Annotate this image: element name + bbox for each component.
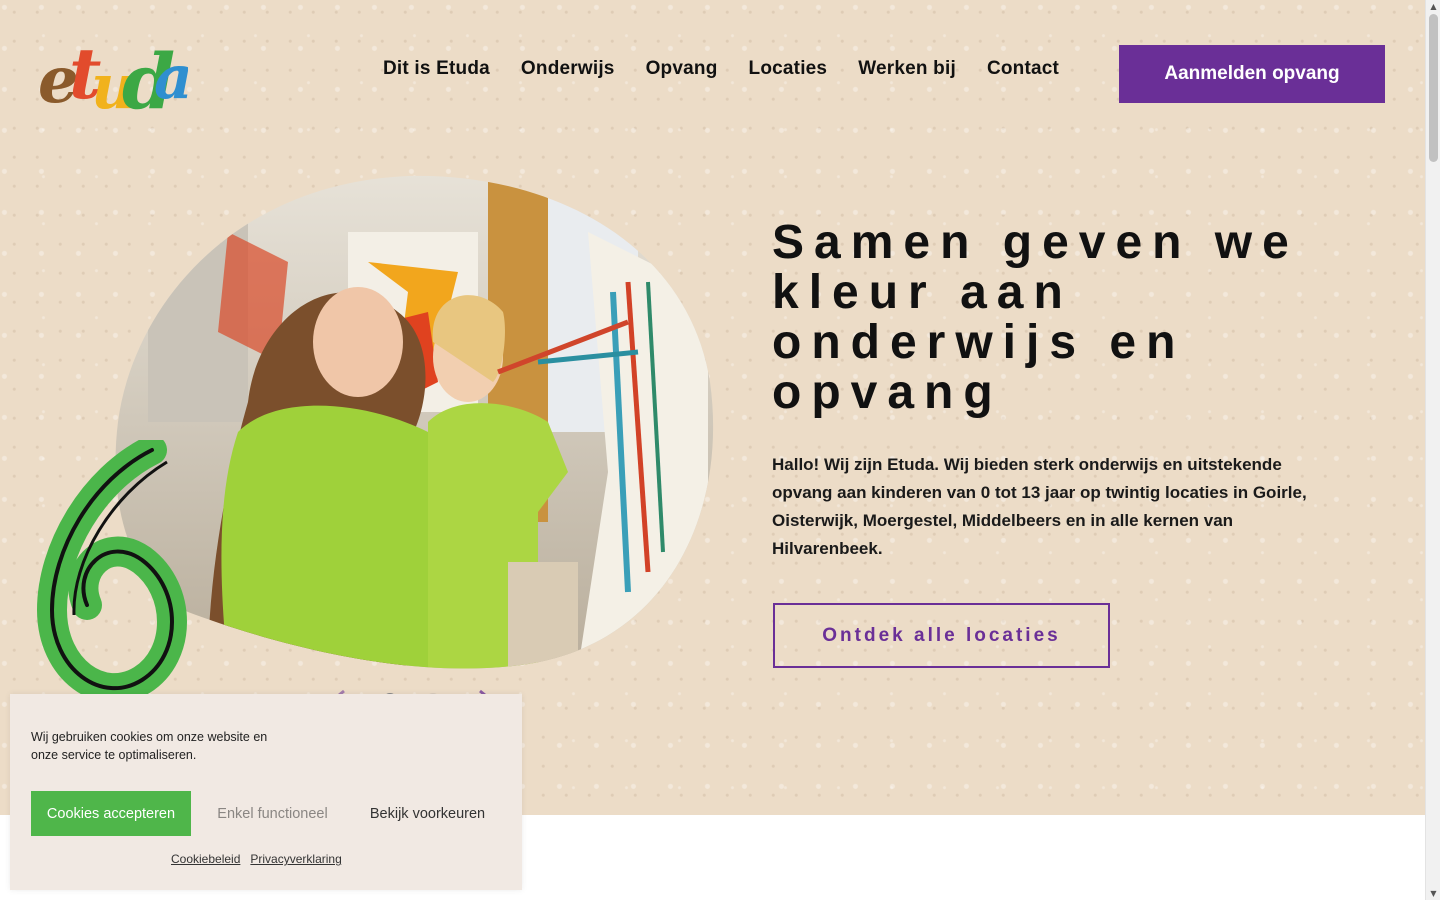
ontdek-locaties-button[interactable]: Ontdek alle locaties (773, 603, 1110, 668)
nav-item-dit-is-etuda[interactable]: Dit is Etuda (383, 58, 490, 80)
nav-item-opvang[interactable]: Opvang (646, 58, 718, 80)
main-nav: Dit is Etuda Onderwijs Opvang Locaties W… (383, 58, 1059, 80)
view-preferences-button[interactable]: Bekijk voorkeuren (355, 791, 500, 836)
aanmelden-opvang-button[interactable]: Aanmelden opvang (1119, 45, 1385, 103)
logo-letters: e t u d a (38, 32, 193, 126)
nav-item-werken-bij[interactable]: Werken bij (858, 58, 956, 80)
scroll-up-arrow-icon[interactable]: ▲ (1429, 2, 1438, 11)
accept-cookies-button[interactable]: Cookies accepteren (31, 791, 191, 836)
scroll-down-arrow-icon[interactable]: ▼ (1429, 889, 1438, 898)
etuda-logo[interactable]: e t u d a (36, 16, 193, 131)
privacyverklaring-link[interactable]: Privacyverklaring (250, 852, 341, 866)
hero-headline: Samen geven we kleur aan onderwijs en op… (772, 216, 1299, 419)
scroll-thumb[interactable] (1429, 14, 1438, 162)
cookie-banner: Wij gebruiken cookies om onze website en… (10, 694, 522, 890)
nav-item-onderwijs[interactable]: Onderwijs (521, 58, 615, 80)
cookie-links: Cookiebeleid Privacyverklaring (171, 852, 342, 866)
functional-only-button[interactable]: Enkel functioneel (200, 791, 345, 836)
logo-letter-a: a (154, 43, 188, 113)
nav-item-locaties[interactable]: Locaties (749, 58, 828, 80)
cookiebeleid-link[interactable]: Cookiebeleid (171, 852, 240, 866)
green-swirl-decoration (32, 435, 197, 710)
nav-item-contact[interactable]: Contact (987, 58, 1059, 80)
cookie-message: Wij gebruiken cookies om onze website en… (31, 730, 268, 762)
page-scrollbar[interactable]: ▲ ▼ (1425, 0, 1440, 900)
hero-image (108, 172, 716, 669)
hero-intro: Hallo! Wij zijn Etuda. Wij bieden sterk … (772, 455, 1307, 558)
